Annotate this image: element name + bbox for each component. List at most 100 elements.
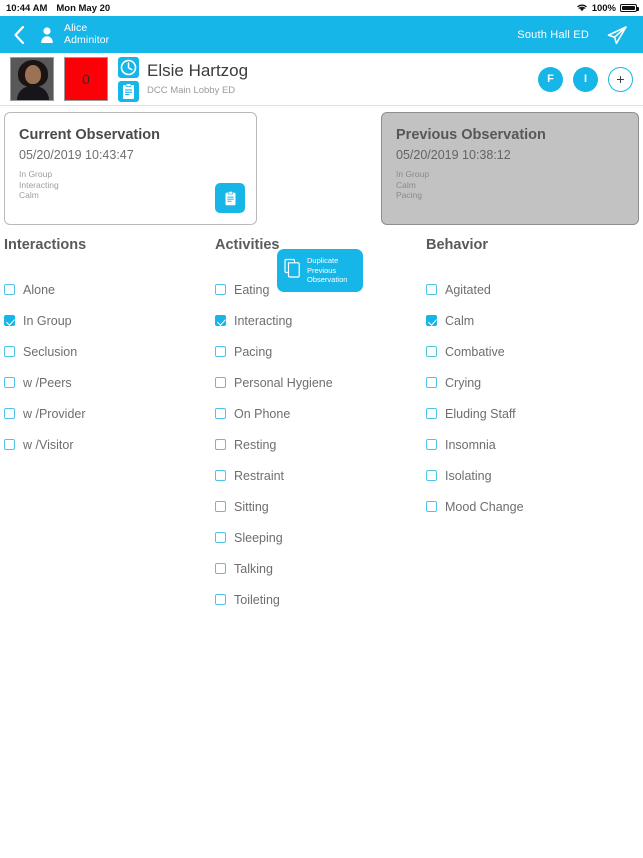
checkbox-row[interactable]: Resting (215, 429, 426, 460)
checkbox-unchecked[interactable] (215, 532, 226, 543)
flag-button[interactable]: F (538, 66, 563, 92)
checkbox-unchecked[interactable] (426, 470, 437, 481)
current-observation-clipboard-button[interactable] (215, 183, 245, 213)
checkbox-list-interactions: Alone In Group Seclusion w /Peers w /Provide… (4, 274, 215, 460)
duplicate-line-1: Duplicate (307, 256, 339, 266)
checkbox-checked[interactable] (426, 315, 437, 326)
checkbox-row[interactable]: Agitated (426, 274, 637, 305)
clock-icon (118, 56, 139, 78)
checkbox-unchecked[interactable] (215, 439, 226, 450)
nav-location-label: South Hall ED (517, 28, 589, 41)
duplicate-line-2: Previous (307, 265, 337, 275)
checkbox-row[interactable]: Sleeping (215, 522, 426, 553)
checkbox-list-activities: Eating Interacting Pacing Personal Hygiene O… (215, 274, 426, 615)
checkbox-row[interactable]: Sitting (215, 491, 426, 522)
checkbox-label: Crying (445, 375, 482, 390)
checkbox-row[interactable]: Pacing (215, 336, 426, 367)
send-icon[interactable] (605, 23, 629, 47)
checkbox-row[interactable]: Alone (4, 274, 215, 305)
checkbox-row[interactable]: Interacting (215, 305, 426, 336)
checkbox-unchecked[interactable] (426, 439, 437, 450)
tag-item: In Group (396, 169, 430, 179)
checkbox-row[interactable]: Crying (426, 367, 637, 398)
duplicate-previous-observation-button[interactable]: Duplicate Previous Observation (277, 249, 363, 292)
checkbox-label: w /Visitor (23, 437, 74, 452)
checkbox-checked[interactable] (215, 315, 226, 326)
tag-item: Interacting (19, 179, 59, 190)
observation-cards-row: Current Observation 05/20/2019 10:43:47 … (0, 106, 643, 292)
checkbox-row[interactable]: Personal Hygiene (215, 367, 426, 398)
checkbox-unchecked[interactable] (426, 408, 437, 419)
checkbox-row[interactable]: On Phone (215, 398, 426, 429)
checkbox-unchecked[interactable] (4, 346, 15, 357)
checkbox-row[interactable]: w /Peers (4, 367, 215, 398)
nav-user-first-name: Alice (64, 22, 88, 34)
checkbox-unchecked[interactable] (426, 284, 437, 295)
status-bar: 10:44 AM Mon May 20 100% (0, 0, 643, 16)
battery-percent: 100% (591, 2, 616, 14)
checkbox-unchecked[interactable] (426, 346, 437, 357)
checkbox-unchecked[interactable] (4, 408, 15, 419)
checkbox-row[interactable]: Toileting (215, 584, 426, 615)
checkbox-unchecked[interactable] (4, 284, 15, 295)
checkbox-unchecked[interactable] (215, 594, 226, 605)
tag-item: In Group (19, 169, 53, 179)
back-button[interactable] (10, 24, 28, 46)
patient-name: Elsie Hartzog (147, 61, 249, 80)
header-actions: F I + (538, 66, 633, 92)
checkbox-row[interactable]: Eluding Staff (426, 398, 637, 429)
checkbox-label: Restraint (234, 468, 285, 483)
current-observation-tags: In Group Interacting Calm (19, 169, 242, 201)
checkbox-label: On Phone (234, 406, 291, 421)
checkbox-label: Insomnia (445, 437, 496, 452)
checkbox-row[interactable]: Seclusion (4, 336, 215, 367)
checkbox-label: Eating (234, 282, 270, 297)
checkbox-row[interactable]: w /Visitor (4, 429, 215, 460)
checkbox-row[interactable]: w /Provider (4, 398, 215, 429)
checkbox-row[interactable]: Combative (426, 336, 637, 367)
checkbox-unchecked[interactable] (215, 377, 226, 388)
checkbox-label: Seclusion (23, 344, 78, 359)
nav-user-role: Adminitor (64, 33, 110, 46)
checkbox-unchecked[interactable] (215, 408, 226, 419)
checkbox-unchecked[interactable] (215, 501, 226, 512)
nav-right: South Hall ED (517, 23, 629, 47)
add-button[interactable]: + (608, 66, 633, 92)
checkbox-row[interactable]: In Group (4, 305, 215, 336)
current-observation-card[interactable]: Current Observation 05/20/2019 10:43:47 … (4, 112, 257, 225)
observation-options-columns: Interactions Alone In Group Seclusion w /Pe… (0, 237, 643, 615)
nav-user[interactable]: Alice Adminitor (40, 22, 110, 46)
checkbox-row[interactable]: Isolating (426, 460, 637, 491)
checkbox-label: Calm (445, 313, 475, 328)
checkbox-row[interactable]: Talking (215, 553, 426, 584)
checkbox-label: Sleeping (234, 530, 283, 545)
checkbox-label: Personal Hygiene (234, 375, 333, 390)
checkbox-label: Pacing (234, 344, 273, 359)
checkbox-row[interactable]: Calm (426, 305, 637, 336)
column-interactions: Interactions Alone In Group Seclusion w /Pe… (4, 237, 215, 615)
checkbox-label: Combative (445, 344, 505, 359)
checkbox-row[interactable]: Restraint (215, 460, 426, 491)
previous-observation-tags: In Group Calm Pacing (396, 169, 624, 201)
column-header-behavior: Behavior (426, 237, 489, 253)
checkbox-label: Sitting (234, 499, 269, 514)
checkbox-checked[interactable] (4, 315, 15, 326)
tag-item: Calm (19, 190, 39, 200)
checkbox-unchecked[interactable] (4, 377, 15, 388)
avatar (10, 57, 54, 101)
checkbox-unchecked[interactable] (215, 346, 226, 357)
person-icon (40, 26, 54, 44)
checkbox-row[interactable]: Mood Change (426, 491, 637, 522)
checkbox-unchecked[interactable] (426, 377, 437, 388)
checkbox-label: Agitated (445, 282, 491, 297)
checkbox-unchecked[interactable] (215, 563, 226, 574)
checkbox-label: In Group (23, 313, 72, 328)
checkbox-unchecked[interactable] (215, 470, 226, 481)
previous-observation-card[interactable]: Previous Observation 05/20/2019 10:38:12… (381, 112, 639, 225)
checkbox-unchecked[interactable] (4, 439, 15, 450)
battery-icon (620, 4, 639, 12)
checkbox-unchecked[interactable] (426, 501, 437, 512)
checkbox-row[interactable]: Insomnia (426, 429, 637, 460)
info-button[interactable]: I (573, 66, 598, 92)
checkbox-unchecked[interactable] (215, 284, 226, 295)
